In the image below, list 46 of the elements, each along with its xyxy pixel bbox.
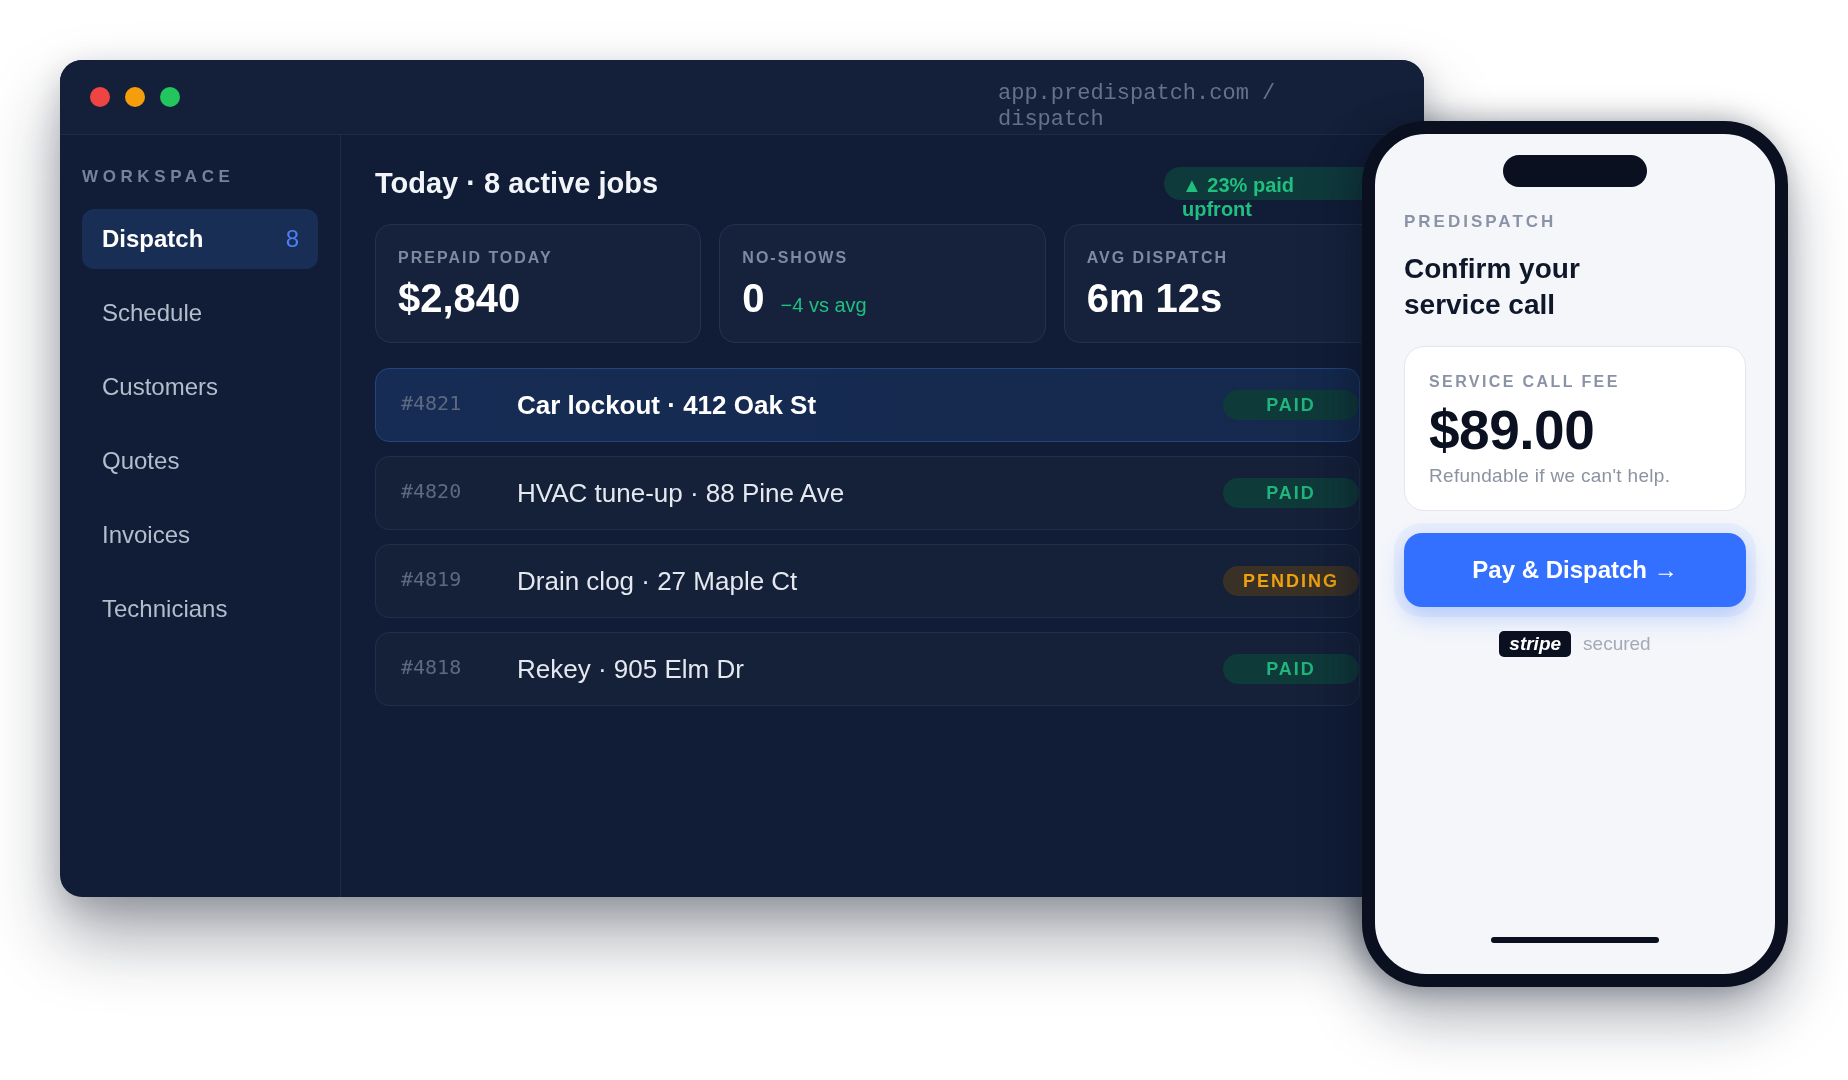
job-id: #4821 [401,391,463,417]
nav-item[interactable]: Quotes [82,431,318,491]
stat-value: 6m 12s [1086,275,1223,321]
status-badge: PENDING [1223,566,1359,596]
maximize-control-icon[interactable] [160,87,180,107]
stat-delta: −4 vs avg [780,294,867,317]
job-row[interactable]: #4821 Car lockout · 412 Oak St PAID [375,368,1360,442]
nav-item[interactable]: Invoices [82,505,318,565]
job-title: HVAC tune-up · 88 Pine Ave [517,477,845,509]
pay-button[interactable]: Pay & Dispatch → [1404,533,1746,607]
provider-badge: stripe [1499,631,1572,657]
job-title: Rekey · 905 Elm Dr [517,653,744,685]
status-badge: PAID [1223,478,1359,508]
fee-label: SERVICE CALL FEE [1429,372,1621,392]
nav-item[interactable]: Technicians [82,579,318,639]
brand-label: PREDISPATCH [1404,212,1558,232]
stat-label: AVG DISPATCH [1086,248,1229,268]
stat-value: $2,840 [398,275,521,321]
status-badge: PAID [1223,654,1359,684]
job-title: Car lockout · 412 Oak St [517,389,817,421]
close-control-icon[interactable] [90,87,110,107]
home-bar-icon [1491,937,1659,943]
confirm-heading: Confirm your service call [1404,252,1581,322]
stat-value: 0 [742,275,765,321]
job-title: Drain clog · 27 Maple Ct [517,565,798,597]
job-row[interactable]: #4820 HVAC tune-up · 88 Pine Ave PAID [375,456,1360,530]
stat-label: PREPAID TODAY [398,248,554,268]
status-badge: PAID [1223,390,1359,420]
job-row[interactable]: #4819 Drain clog · 27 Maple Ct PENDING [375,544,1360,618]
sidebar-heading: WORKSPACE [82,167,236,187]
fee-note: Refundable if we can't help. [1429,464,1672,488]
url-text: app.predispatch.com / dispatch [998,81,1277,133]
notch-icon [1503,155,1647,187]
nav-count: 8 [285,225,299,253]
nav-item[interactable]: Customers [82,357,318,417]
secured-text: secured [1583,633,1651,655]
nav-item[interactable]: Dispatch 8 [82,209,318,269]
fee-amount: $89.00 [1429,400,1596,460]
stat-label: NO-SHOWS [742,248,850,268]
nav-item[interactable]: Schedule [82,283,318,343]
job-row[interactable]: #4818 Rekey · 905 Elm Dr PAID [375,632,1360,706]
job-id: #4820 [401,479,463,505]
job-id: #4818 [401,655,463,681]
minimize-control-icon[interactable] [125,87,145,107]
job-id: #4819 [401,567,463,593]
page-title: Today · 8 active jobs [375,166,659,200]
